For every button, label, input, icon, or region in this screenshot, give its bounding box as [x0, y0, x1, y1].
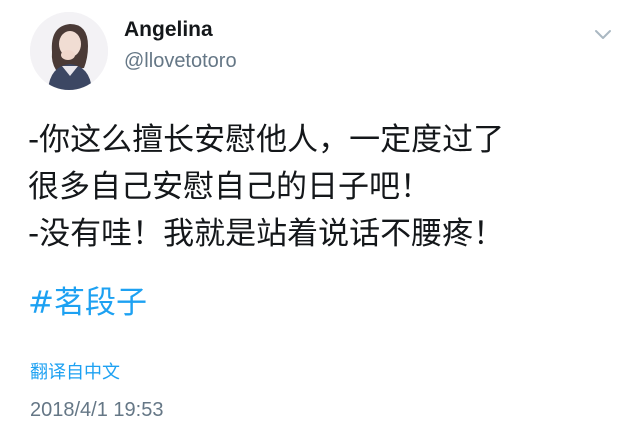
translate-link[interactable]: 翻译自中文: [30, 358, 120, 384]
avatar[interactable]: [30, 12, 108, 90]
tweet-timestamp[interactable]: 2018/4/1 19:53: [30, 399, 163, 422]
avatar-icon: [30, 12, 108, 90]
tweet-text-line: -没有哇！我就是站着说话不腰疼！: [28, 216, 505, 252]
author-handle[interactable]: @llovetotoro: [124, 49, 237, 73]
hashtag-link[interactable]: #茗段子: [28, 283, 147, 323]
tweet-card[interactable]: Angelina @llovetotoro -你这么擅长安慰他人，一定度过了 很…: [0, 0, 640, 441]
author-display-name[interactable]: Angelina: [124, 17, 213, 42]
tweet-text: -你这么擅长安慰他人，一定度过了 很多自己安慰自己的日子吧！ -没有哇！我就是站…: [28, 117, 618, 258]
tweet-text-line: 很多自己安慰自己的日子吧！: [28, 169, 431, 205]
tweet-text-line: -你这么擅长安慰他人，一定度过了: [28, 122, 505, 158]
chevron-down-icon[interactable]: [592, 23, 614, 45]
